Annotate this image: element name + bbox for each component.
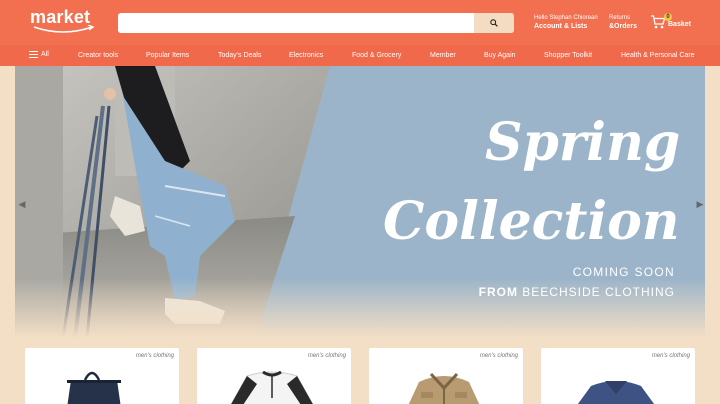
nav-item-shopper-toolkit[interactable]: Shopper Toolkit: [544, 52, 592, 59]
jacket-icon: [408, 372, 480, 404]
account-greeting: Hello Stephan Chiorean: [534, 15, 598, 21]
hero-title-spring: Spring: [485, 112, 681, 173]
search-icon: [490, 19, 498, 27]
hero-from-line: FROM BEECHSIDE CLOTHING: [415, 285, 675, 299]
account-lists-menu[interactable]: Hello Stephan Chiorean Account & Lists: [534, 14, 598, 32]
search-button[interactable]: [474, 13, 514, 33]
hero-coming-soon: COMING SOON: [572, 265, 675, 279]
returns-orders-link[interactable]: Returns &Orders: [609, 14, 637, 32]
category-nav: All Creator tools Popular Items Today's …: [0, 45, 720, 66]
nav-item-popular-items[interactable]: Popular Items: [146, 52, 189, 59]
hero-banner[interactable]: Spring Collection COMING SOON FROM BEECH…: [15, 66, 705, 338]
nav-item-electronics[interactable]: Electronics: [289, 52, 323, 59]
nav-item-food-grocery[interactable]: Food & Grocery: [352, 52, 401, 59]
orders-label: &Orders: [609, 23, 638, 30]
hero-brand: BEECHSIDE CLOTHING: [522, 285, 675, 299]
basket-count-badge: 0: [664, 13, 672, 21]
hero-prev-arrow-icon[interactable]: ◀: [18, 198, 26, 210]
account-lists-label: Account & Lists: [534, 23, 588, 30]
nav-all-label: All: [41, 51, 49, 58]
nav-item-todays-deals[interactable]: Today's Deals: [218, 52, 261, 59]
sweater-icon: [577, 381, 655, 404]
bag-icon: [67, 371, 121, 404]
top-header: market Hello Stephan Chiorean Account & …: [0, 0, 720, 45]
nav-item-health-personal-care[interactable]: Health & Personal Care: [621, 52, 695, 59]
smile-arrow-icon: [33, 25, 95, 33]
product-card[interactable]: men's clothing: [25, 348, 179, 404]
hero-from-prefix: FROM: [478, 285, 518, 299]
basket-label: Basket: [668, 21, 691, 28]
product-card[interactable]: men's clothing: [197, 348, 351, 404]
search-bar: [118, 13, 514, 33]
hamburger-icon: [29, 51, 38, 58]
nav-all-menu[interactable]: All: [29, 51, 49, 58]
nav-item-creator-tools[interactable]: Creator tools: [78, 52, 118, 59]
nav-item-member[interactable]: Member: [430, 52, 456, 59]
search-input[interactable]: [118, 13, 474, 33]
hero-next-arrow-icon[interactable]: ▶: [696, 198, 704, 210]
hero-title-collection: Collection: [383, 191, 680, 252]
nav-item-buy-again[interactable]: Buy Again: [484, 52, 516, 59]
raglan-shirt-icon: [230, 370, 314, 404]
basket-button[interactable]: 0 Basket: [650, 12, 720, 36]
returns-label: Returns: [609, 15, 631, 21]
product-card[interactable]: men's clothing: [541, 348, 695, 404]
product-card[interactable]: men's clothing: [369, 348, 523, 404]
